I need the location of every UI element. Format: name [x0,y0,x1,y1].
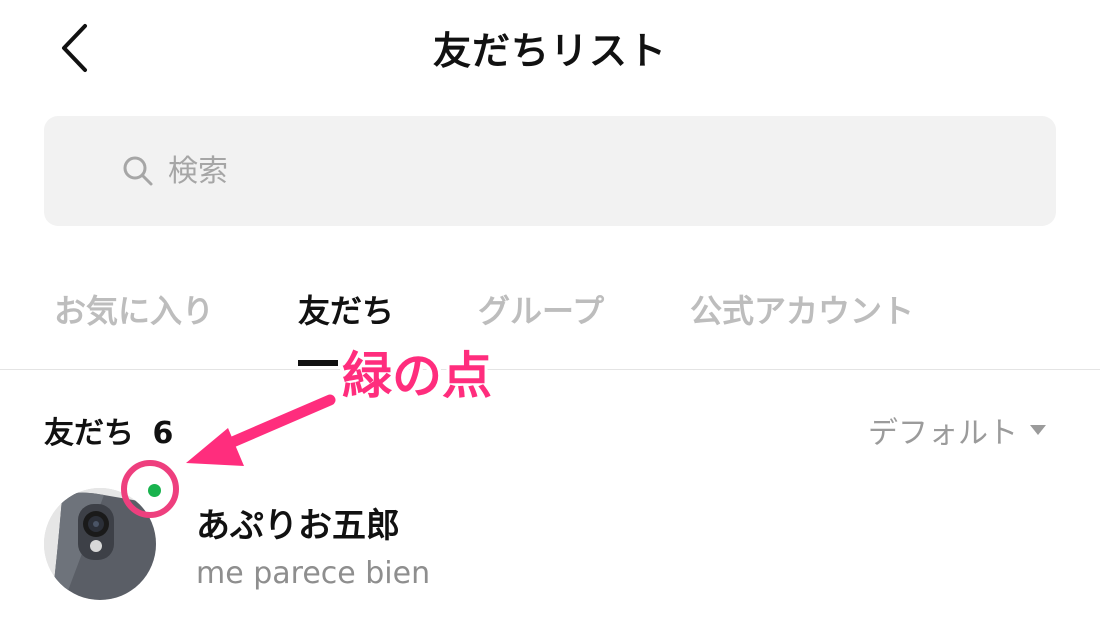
search-bar[interactable] [44,116,1056,226]
sort-label: デフォルト [868,416,1018,451]
friend-status-message: me parece bien [196,556,431,591]
friend-name[interactable]: あぷりお五郎 [196,498,400,547]
friends-count-header: 友だち 6 [44,408,173,452]
friends-section-label: 友だち [44,416,134,451]
tab-friends[interactable]: 友だち [298,286,394,332]
tab-groups[interactable]: グループ [478,286,604,332]
tab-favorites[interactable]: お気に入り [54,286,214,332]
tab-divider [0,369,1100,370]
friends-count: 6 [152,416,174,451]
search-icon [122,155,154,187]
tab-official-accounts[interactable]: 公式アカウント [690,286,914,332]
caret-down-icon [1030,425,1046,435]
sort-dropdown[interactable]: デフォルト [868,408,1046,452]
active-tab-indicator [298,360,338,366]
annotation-label: 緑の点 [342,347,492,405]
annotation-highlight-circle [121,460,179,518]
search-input[interactable] [166,152,970,190]
page-title: 友だちリスト [432,29,667,73]
